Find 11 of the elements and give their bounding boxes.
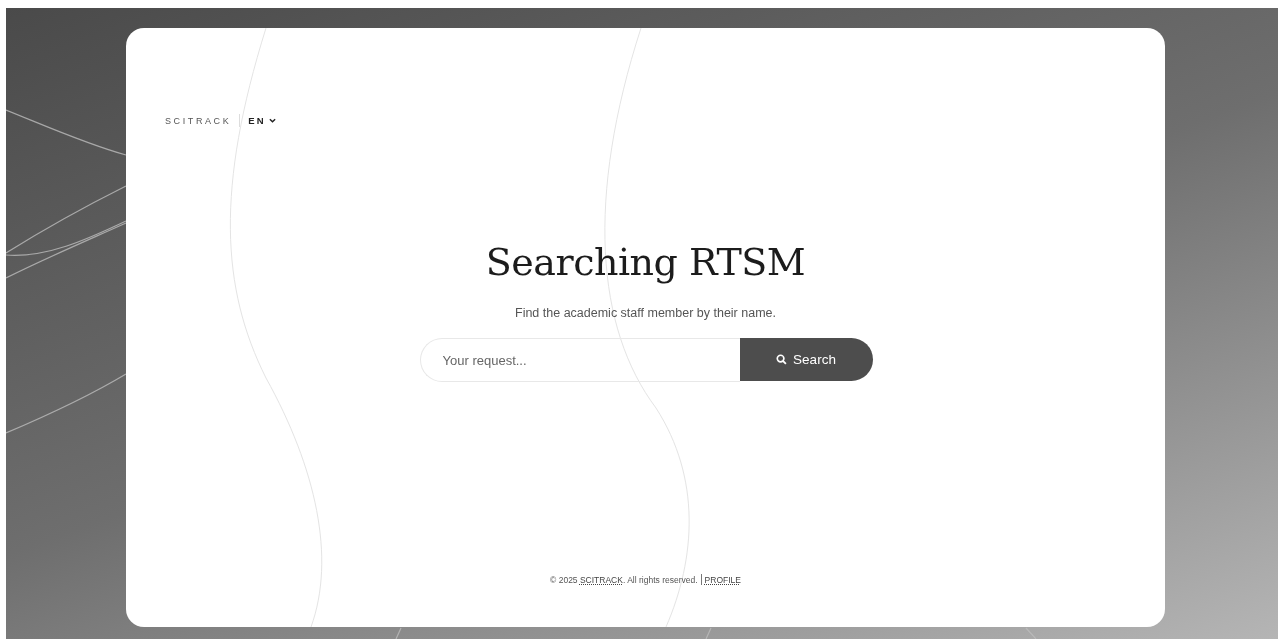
language-selector[interactable]: EN	[248, 115, 276, 126]
profile-link[interactable]: PROFILE	[704, 574, 741, 585]
search-icon	[776, 354, 788, 365]
search-field[interactable]: Your request...	[419, 338, 740, 382]
page-title: Searching RTSM	[485, 240, 806, 284]
copyright-text: © 2025 SCITRACK. All rights reserved.	[550, 574, 698, 585]
brand-link[interactable]: SCITRACK	[579, 574, 623, 585]
subtitle-text: Find the academic staff member by their name.	[515, 306, 776, 320]
chevron-down-icon	[268, 118, 276, 123]
search-button[interactable]: Search	[739, 338, 873, 381]
brand-logo[interactable]: SCITRACK	[165, 115, 232, 126]
